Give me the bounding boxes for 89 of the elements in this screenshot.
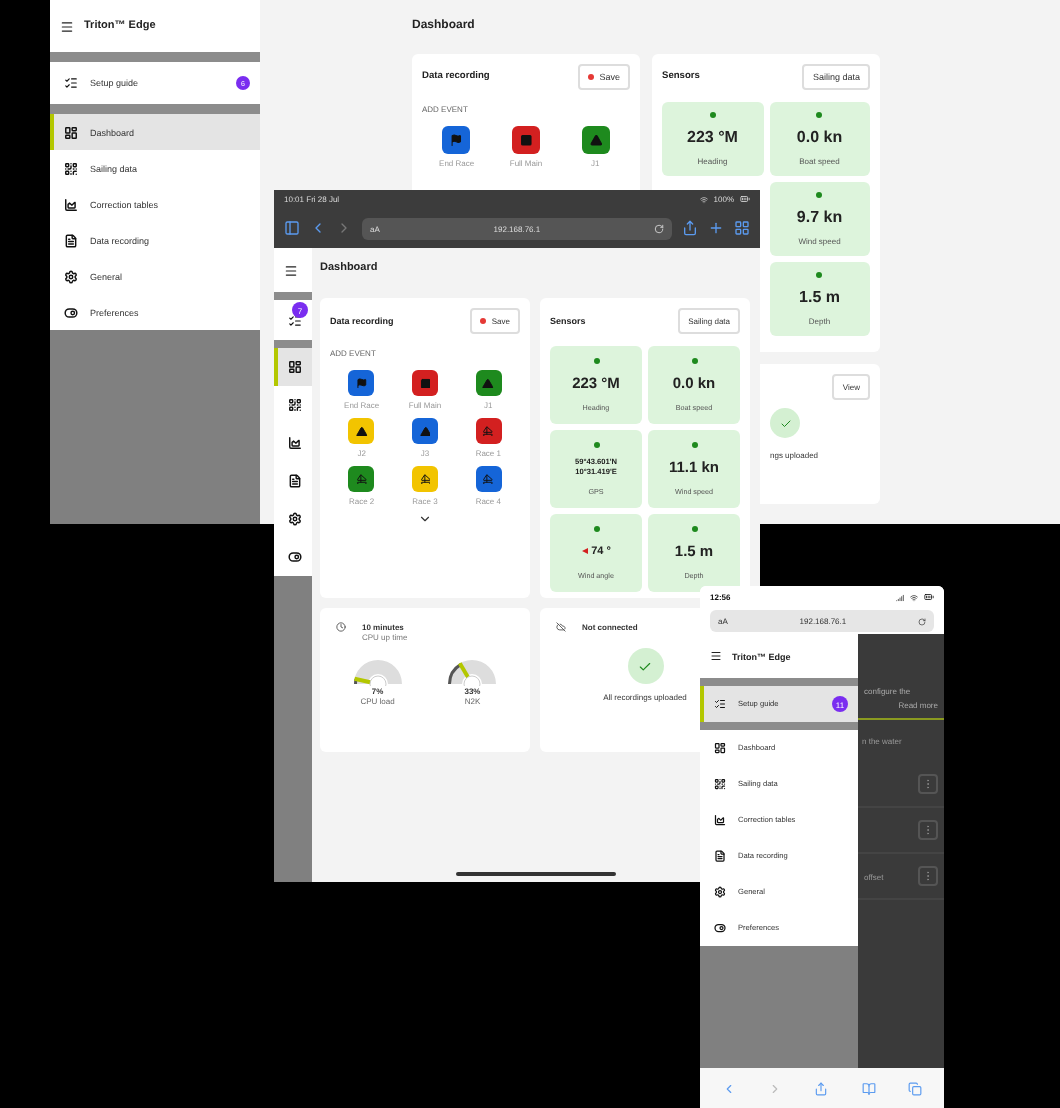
sensor-value: 9.7 kn [796,207,843,226]
sensor-value: 0.0 kn [796,127,843,146]
record-icon [479,318,486,324]
flag-icon [355,377,368,389]
dashboard-icon [64,125,78,139]
reload-icon[interactable] [917,617,926,625]
status-dot [816,192,823,199]
event-button[interactable] [475,466,502,492]
wifi-icon [910,593,918,601]
flag-icon [450,133,463,147]
toggle-icon [288,550,302,564]
expand-icon[interactable] [418,512,432,526]
area-chart-icon [714,814,726,826]
menu-icon[interactable] [710,650,722,662]
document-icon [288,474,302,488]
menu-icon[interactable] [284,263,298,277]
checklist-icon [714,698,726,710]
area-chart-icon [64,197,78,211]
sailboat-icon [482,473,495,485]
cloud-off-icon [556,622,566,632]
tabs-icon[interactable] [734,220,750,236]
battery-icon [924,592,934,602]
wifi-icon [699,195,708,203]
status-dot [691,357,697,364]
toggle-icon [64,305,78,319]
event-button[interactable] [581,126,610,154]
status-dot [593,357,599,364]
sailboat-icon [419,473,431,485]
settings-icon [714,886,726,898]
event-button[interactable] [475,418,502,444]
plus-icon[interactable] [708,220,724,236]
document-icon [714,850,726,862]
sidebar-icon[interactable] [284,220,300,236]
event-button[interactable] [475,370,502,396]
checklist-icon [288,313,302,327]
back-icon[interactable] [310,220,326,236]
status-dot [593,526,599,533]
grid-icon [714,778,726,790]
forward-icon[interactable] [336,220,352,236]
triangle-icon [482,377,495,389]
event-button[interactable] [442,126,471,154]
status-dot [691,441,697,448]
grid-icon [64,161,78,175]
triangle-icon [419,425,431,437]
status-dot [593,441,599,448]
square-icon [419,377,431,389]
back-icon[interactable] [721,1081,736,1095]
event-button[interactable] [411,466,438,492]
toggle-icon [714,922,726,934]
square-icon [519,133,533,147]
event-button[interactable] [411,370,438,396]
triangle-icon [589,133,602,147]
share-icon[interactable] [682,220,698,236]
event-button[interactable] [348,466,375,492]
record-icon [587,74,594,80]
settings-icon [64,269,78,283]
tabs-icon[interactable] [908,1081,923,1095]
event-button[interactable] [348,370,375,396]
event-button[interactable] [511,126,540,154]
dashboard-icon [714,742,726,754]
share-icon[interactable] [814,1081,829,1095]
sensor-value: 223 °M [687,127,738,146]
status-dot [691,525,697,532]
pointer-icon [581,548,588,555]
sensor-value: 1.5 m [799,287,840,306]
checklist-icon [64,76,78,90]
gauge-chart [446,658,499,686]
check-icon [770,408,800,438]
sailboat-icon [482,425,495,437]
signal-icon [896,593,904,601]
event-button[interactable] [348,418,375,444]
bookmarks-icon[interactable] [861,1081,876,1095]
settings-icon [288,512,302,526]
check-icon [627,648,663,684]
event-button[interactable] [411,418,438,444]
grid-icon [288,398,302,412]
nav-item[interactable] [274,348,312,386]
battery-icon [740,194,750,204]
sailboat-icon [355,473,368,485]
status-dot [709,112,716,119]
document-icon [64,233,78,247]
area-chart-icon [288,436,302,450]
status-dot [816,272,823,279]
clock-icon [336,622,346,632]
gauge-chart [351,658,404,686]
triangle-icon [355,425,368,437]
menu-icon[interactable] [60,19,74,33]
status-dot [816,112,823,119]
dashboard-icon [288,360,302,374]
